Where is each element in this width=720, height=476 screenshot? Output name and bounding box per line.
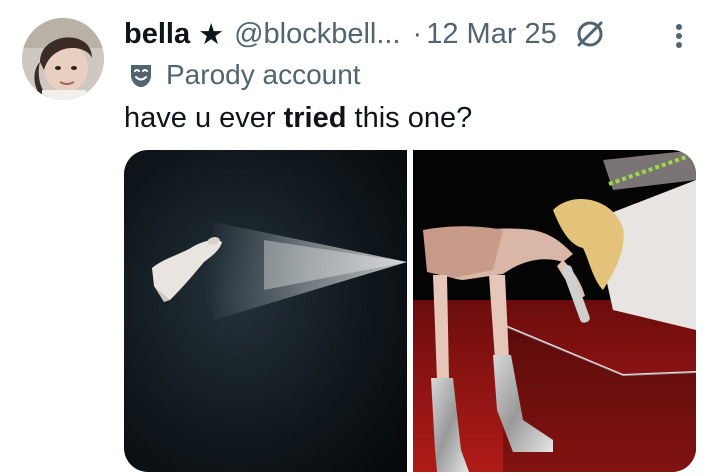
media-image-1[interactable] xyxy=(124,150,407,472)
tweet-text-before: have u ever xyxy=(124,102,284,134)
separator-dot: · xyxy=(412,17,423,50)
tweet-date[interactable]: 12 Mar 25 xyxy=(426,18,557,51)
no-symbol-icon[interactable] xyxy=(573,17,607,51)
more-vertical-icon[interactable] xyxy=(668,18,690,54)
tweet-media-grid xyxy=(124,150,696,472)
tweet-text: have u ever tried this one? xyxy=(124,98,472,138)
tweet-text-bold: tried xyxy=(283,102,347,134)
avatar[interactable] xyxy=(22,18,104,100)
tweet-header: bella ★ @blockbell... · 12 Mar 25 xyxy=(124,14,607,54)
display-name[interactable]: bella xyxy=(124,18,190,51)
parody-label-text: Parody account xyxy=(166,59,361,90)
user-handle[interactable]: @blockbell... xyxy=(234,18,400,51)
theatre-mask-icon xyxy=(126,60,156,90)
tweet-text-after: this one? xyxy=(346,102,473,134)
star-icon: ★ xyxy=(198,18,225,51)
parody-label: Parody account xyxy=(124,56,361,94)
media-image-2[interactable] xyxy=(413,150,696,472)
